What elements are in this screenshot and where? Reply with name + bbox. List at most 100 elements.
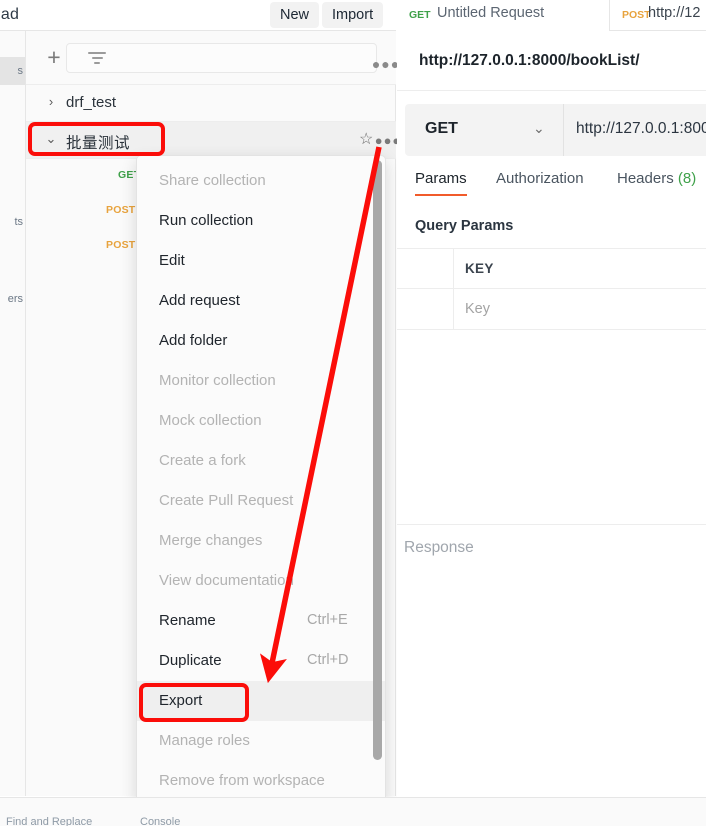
sidebar-more-icon[interactable]: ●●●	[372, 56, 400, 72]
menu-item-label: Manage roles	[159, 732, 250, 749]
rail-item-mock-servers[interactable]: ers	[8, 293, 25, 305]
menu-item-label: Create Pull Request	[159, 492, 293, 509]
top-bar: Pad New Import	[0, 0, 396, 31]
request-tab-strip: GET Untitled Request POST http://12	[397, 0, 706, 31]
request-tab-untitled[interactable]: GET Untitled Request	[397, 0, 609, 31]
url-input-value: http://127.0.0.1:8000	[576, 120, 706, 138]
header-checkbox-cell	[397, 249, 454, 289]
app-title: Pad	[0, 6, 19, 24]
tab-params[interactable]: Params	[415, 170, 467, 187]
chevron-right-icon[interactable]: ›	[44, 95, 58, 109]
plus-icon[interactable]: +	[41, 45, 67, 71]
menu-item-create-a-fork: Create a fork	[137, 441, 386, 481]
status-bar: Find and Replace Console	[0, 797, 706, 826]
rail-item-collections-label: s	[18, 65, 24, 77]
menu-item-run-collection[interactable]: Run collection	[137, 201, 386, 241]
query-params-table: KEY Key	[397, 248, 706, 330]
request-tab-untitled-label: Untitled Request	[437, 5, 544, 21]
menu-item-duplicate[interactable]: Duplicate Ctrl+D	[137, 641, 386, 681]
menu-item-mock-collection: Mock collection	[137, 401, 386, 441]
menu-item-edit[interactable]: Edit	[137, 241, 386, 281]
menu-item-label: Merge changes	[159, 532, 262, 549]
menu-item-label: Edit	[159, 252, 185, 269]
menu-item-view-documentation: View documentation	[137, 561, 386, 601]
menu-item-label: Duplicate	[159, 652, 222, 669]
collection-row-drf-test[interactable]: › drf_test	[26, 85, 396, 122]
column-header-key: KEY	[454, 261, 494, 276]
collection-name-batch-test: 批量测试	[66, 131, 130, 153]
response-divider	[397, 524, 706, 525]
request-tab-untitled-method: GET	[409, 9, 431, 21]
filter-input[interactable]	[66, 43, 377, 73]
postman-window: s ts ers Pad New Import + ●●● › drf_test	[0, 0, 706, 826]
menu-item-label: Add request	[159, 292, 240, 309]
rail-item-environments[interactable]: ts	[14, 216, 25, 228]
sidebar-toolbar: + ●●●	[26, 31, 396, 85]
menu-item-share-collection: Share collection	[137, 161, 386, 201]
menu-item-label: Create a fork	[159, 452, 246, 469]
menu-item-merge-changes: Merge changes	[137, 521, 386, 561]
menu-item-label: Export	[159, 692, 202, 709]
table-row[interactable]: Key	[397, 289, 706, 330]
rail-item-collections[interactable]: s	[0, 57, 25, 85]
menu-item-label: Remove from workspace	[159, 772, 325, 789]
star-icon[interactable]: ☆	[359, 131, 373, 149]
row-checkbox-cell[interactable]	[397, 289, 454, 329]
http-method-select[interactable]: GET ⌄	[405, 104, 562, 156]
menu-item-rename[interactable]: Rename Ctrl+E	[137, 601, 386, 641]
new-button[interactable]: New	[270, 2, 319, 28]
request-title: http://127.0.0.1:8000/bookList/	[419, 52, 640, 70]
request-method-2: POST	[106, 204, 135, 216]
menu-item-add-folder[interactable]: Add folder	[137, 321, 386, 361]
filter-icon	[88, 52, 106, 66]
request-title-bar: http://127.0.0.1:8000/bookList/	[397, 31, 706, 91]
rail-item-environments-label: ts	[14, 216, 23, 228]
menu-item-label: Rename	[159, 612, 216, 629]
url-input[interactable]: http://127.0.0.1:8000	[563, 104, 706, 156]
rail-item-mock-servers-label: ers	[8, 293, 23, 305]
menu-item-manage-roles: Manage roles	[137, 721, 386, 761]
console-button[interactable]: Console	[140, 816, 180, 826]
response-label: Response	[404, 539, 474, 557]
tab-params-label: Params	[415, 170, 467, 187]
query-params-header-row: KEY	[397, 248, 706, 289]
collection-row-batch-test[interactable]: ⌄ 批量测试 ☆ ●●●	[26, 122, 396, 159]
context-menu-scrollbar[interactable]	[373, 160, 382, 802]
menu-item-add-request[interactable]: Add request	[137, 281, 386, 321]
request-pane: GET Untitled Request POST http://12 http…	[397, 0, 706, 826]
tab-headers[interactable]: Headers (8)	[617, 170, 696, 187]
tab-headers-count: (8)	[678, 170, 696, 187]
menu-item-create-pull-request: Create Pull Request	[137, 481, 386, 521]
key-input[interactable]: Key	[454, 301, 490, 317]
tab-headers-label: Headers	[617, 170, 674, 187]
find-and-replace-button[interactable]: Find and Replace	[6, 816, 92, 826]
menu-item-monitor-collection: Monitor collection	[137, 361, 386, 401]
menu-item-label: View documentation	[159, 572, 294, 589]
request-tab-post-label: http://12	[648, 5, 700, 21]
tab-authorization[interactable]: Authorization	[496, 170, 584, 187]
tab-authorization-label: Authorization	[496, 170, 584, 187]
chevron-down-icon[interactable]: ⌄	[44, 132, 58, 146]
collection-name-drf-test: drf_test	[66, 94, 116, 111]
chevron-down-icon: ⌄	[533, 120, 545, 137]
menu-item-remove-from-workspace: Remove from workspace	[137, 761, 386, 801]
request-method-3: POST	[106, 239, 135, 251]
request-tab-post-method: POST	[622, 9, 651, 21]
menu-item-label: Monitor collection	[159, 372, 276, 389]
query-params-label: Query Params	[415, 218, 513, 234]
menu-item-label: Mock collection	[159, 412, 262, 429]
menu-item-shortcut: Ctrl+E	[307, 612, 348, 628]
http-method-value: GET	[425, 120, 458, 138]
request-tab-post[interactable]: POST http://12	[609, 0, 706, 31]
menu-item-label: Run collection	[159, 212, 253, 229]
menu-item-label: Share collection	[159, 172, 266, 189]
import-button[interactable]: Import	[322, 2, 383, 28]
context-menu-scrollbar-thumb[interactable]	[373, 160, 382, 760]
menu-item-label: Add folder	[159, 332, 227, 349]
menu-item-shortcut: Ctrl+D	[307, 652, 349, 668]
collection-context-menu: Share collection Run collection Edit Add re…	[136, 155, 386, 805]
menu-item-export[interactable]: Export	[137, 681, 386, 721]
left-icon-rail: s ts ers	[0, 31, 26, 796]
url-bar: GET ⌄ http://127.0.0.1:8000	[405, 104, 706, 156]
request-subtabs: Params Authorization Headers (8)	[397, 170, 706, 206]
